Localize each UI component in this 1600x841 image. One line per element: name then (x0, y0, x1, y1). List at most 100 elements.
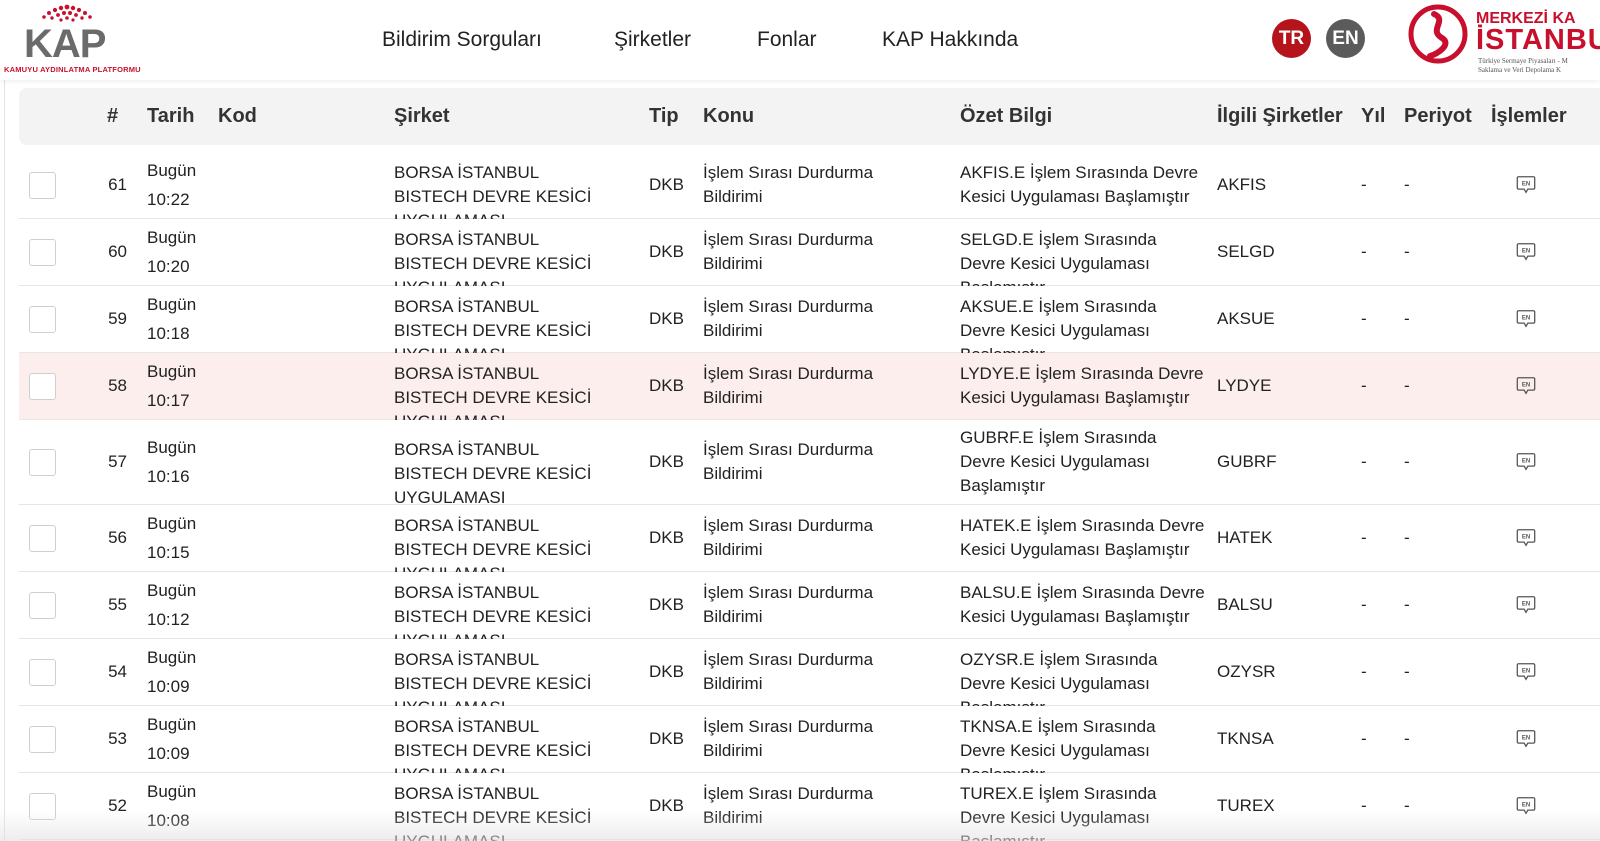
row-related-company[interactable]: HATEK (1217, 526, 1272, 550)
en-comment-icon[interactable]: EN (1515, 174, 1537, 196)
row-year: - (1361, 729, 1367, 748)
row-date: Bugün 10:18 (147, 290, 196, 348)
row-related-company[interactable]: AKSUE (1217, 307, 1275, 331)
row-company[interactable]: BORSA İSTANBUL BISTECH DEVRE KESİCİ UYGU… (394, 438, 609, 510)
row-number: 53 (108, 729, 127, 748)
col-header-type[interactable]: Tip (649, 103, 679, 129)
row-subject[interactable]: İşlem Sırası Durdurma Bildirimi (703, 715, 903, 763)
en-comment-icon[interactable]: EN (1515, 728, 1537, 750)
row-subject[interactable]: İşlem Sırası Durdurma Bildirimi (703, 648, 903, 696)
col-header-date[interactable]: Tarih (147, 103, 194, 129)
row-type: DKB (649, 175, 684, 194)
table-row[interactable]: 59 Bugün 10:18 BORSA İSTANBUL BISTECH DEVRE… (19, 286, 1600, 364)
language-tr-button[interactable]: TR (1272, 19, 1311, 58)
row-subject[interactable]: İşlem Sırası Durdurma Bildirimi (703, 161, 903, 209)
row-date-day: Bugün (147, 648, 197, 667)
row-checkbox[interactable] (29, 373, 56, 400)
row-period: - (1404, 729, 1410, 748)
mkk-logo[interactable]: MERKEZİ KA İSTANBU Türkiye Sermaye Piyas… (1408, 4, 1600, 76)
row-related-company[interactable]: BALSU (1217, 593, 1273, 617)
table-header: # Tarih Kod Şirket Tip Konu Özet Bilgi İ… (19, 88, 1600, 145)
row-checkbox[interactable] (29, 726, 56, 753)
row-summary[interactable]: GUBRF.E İşlem Sırasında Devre Kesici Uyg… (960, 426, 1170, 498)
row-type: DKB (649, 242, 684, 261)
row-related-company[interactable]: TKNSA (1217, 727, 1274, 751)
col-header-company[interactable]: Şirket (394, 103, 450, 129)
row-summary[interactable]: BALSU.E İşlem Sırasında Devre Kesici Uyg… (960, 581, 1205, 629)
table-row[interactable]: 57 Bugün 10:16 BORSA İSTANBUL BISTECH DEVRE… (19, 420, 1600, 507)
row-date-time: 10:18 (147, 324, 190, 343)
table-row[interactable]: 53 Bugün 10:09 BORSA İSTANBUL BISTECH DEVRE… (19, 706, 1600, 784)
row-period: - (1404, 452, 1410, 471)
row-checkbox[interactable] (29, 525, 56, 552)
row-summary[interactable]: LYDYE.E İşlem Sırasında Devre Kesici Uyg… (960, 362, 1205, 410)
nav-item-kap-hakkinda[interactable]: KAP Hakkında (882, 22, 1018, 58)
table-row[interactable]: 55 Bugün 10:12 BORSA İSTANBUL BISTECH DEVRE… (19, 572, 1600, 650)
kap-logo[interactable]: KAP KAMUYU AYDINLATMA PLATFORMU (4, 4, 141, 76)
row-related-company[interactable]: AKFIS (1217, 173, 1266, 197)
row-year: - (1361, 175, 1367, 194)
col-header-code[interactable]: Kod (218, 103, 257, 129)
row-subject[interactable]: İşlem Sırası Durdurma Bildirimi (703, 362, 903, 410)
row-subject[interactable]: İşlem Sırası Durdurma Bildirimi (703, 438, 903, 486)
row-year: - (1361, 528, 1367, 547)
row-date-day: Bugün (147, 295, 197, 314)
en-comment-icon[interactable]: EN (1515, 308, 1537, 330)
row-period: - (1404, 595, 1410, 614)
row-type: DKB (649, 662, 684, 681)
table-row[interactable]: 58 Bugün 10:17 BORSA İSTANBUL BISTECH DEVRE… (19, 353, 1600, 431)
row-date-day: Bugün (147, 782, 197, 801)
row-date-day: Bugün (147, 228, 197, 247)
table-row[interactable]: 54 Bugün 10:09 BORSA İSTANBUL BISTECH DEVRE… (19, 639, 1600, 717)
logo-wordmark: KAP (24, 22, 106, 66)
col-header-subject[interactable]: Konu (703, 103, 754, 129)
row-summary[interactable]: HATEK.E İşlem Sırasında Devre Kesici Uyg… (960, 514, 1205, 562)
row-related-company[interactable]: GUBRF (1217, 450, 1277, 474)
row-summary[interactable]: AKFIS.E İşlem Sırasında Devre Kesici Uyg… (960, 161, 1205, 209)
en-comment-icon[interactable]: EN (1515, 661, 1537, 683)
col-header-period[interactable]: Periyot (1404, 103, 1472, 129)
row-subject[interactable]: İşlem Sırası Durdurma Bildirimi (703, 581, 903, 629)
table-row[interactable]: 61 Bugün 10:22 BORSA İSTANBUL BISTECH DEVRE… (19, 152, 1600, 230)
row-related-company[interactable]: SELGD (1217, 240, 1275, 264)
row-date-time: 10:17 (147, 391, 190, 410)
en-comment-icon[interactable]: EN (1515, 594, 1537, 616)
col-header-actions: İşlemler (1491, 105, 1567, 127)
nav-item-bildirim-sorgulari[interactable]: Bildirim Sorguları (382, 22, 542, 58)
row-related-company[interactable]: OZYSR (1217, 660, 1276, 684)
row-checkbox[interactable] (29, 172, 56, 199)
row-checkbox[interactable] (29, 306, 56, 333)
col-header-year[interactable]: Yıl (1361, 103, 1385, 129)
svg-text:EN: EN (1522, 668, 1530, 674)
row-subject[interactable]: İşlem Sırası Durdurma Bildirimi (703, 295, 903, 343)
row-checkbox[interactable] (29, 449, 56, 476)
row-related-company[interactable]: LYDYE (1217, 374, 1272, 398)
row-checkbox[interactable] (29, 659, 56, 686)
row-type: DKB (649, 528, 684, 547)
en-comment-icon[interactable]: EN (1515, 375, 1537, 397)
col-header-number[interactable]: # (107, 103, 118, 129)
row-period: - (1404, 242, 1410, 261)
table-row[interactable]: 56 Bugün 10:15 BORSA İSTANBUL BISTECH DEVRE… (19, 505, 1600, 583)
col-header-related[interactable]: İlgili Şirketler (1217, 103, 1343, 129)
en-comment-icon[interactable]: EN (1515, 527, 1537, 549)
nav-item-sirketler[interactable]: Şirketler (614, 22, 691, 58)
row-checkbox[interactable] (29, 239, 56, 266)
en-comment-icon[interactable]: EN (1515, 451, 1537, 473)
disclosures-table: # Tarih Kod Şirket Tip Konu Özet Bilgi İ… (19, 88, 1600, 841)
en-comment-icon[interactable]: EN (1515, 241, 1537, 263)
row-date: Bugün 10:17 (147, 357, 196, 415)
row-subject[interactable]: İşlem Sırası Durdurma Bildirimi (703, 228, 903, 276)
row-checkbox[interactable] (29, 592, 56, 619)
row-date-day: Bugün (147, 362, 197, 381)
language-en-button[interactable]: EN (1326, 19, 1365, 58)
nav-item-fonlar[interactable]: Fonlar (757, 22, 817, 58)
row-date: Bugün 10:15 (147, 509, 196, 567)
row-number: 60 (108, 242, 127, 261)
row-subject[interactable]: İşlem Sırası Durdurma Bildirimi (703, 514, 903, 562)
row-period: - (1404, 376, 1410, 395)
row-number: 55 (108, 595, 127, 614)
svg-text:EN: EN (1522, 181, 1530, 187)
col-header-summary[interactable]: Özet Bilgi (960, 103, 1052, 129)
table-row[interactable]: 60 Bugün 10:20 BORSA İSTANBUL BISTECH DEVRE… (19, 219, 1600, 297)
